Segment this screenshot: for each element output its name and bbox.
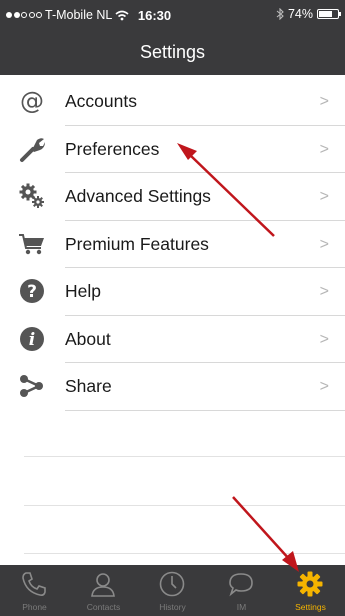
status-bar: T-Mobile NL 16:30 74% <box>0 0 345 30</box>
chevron-right-icon: > <box>319 93 329 110</box>
phone-icon <box>22 572 46 596</box>
gear-icon <box>297 571 323 597</box>
menu-item-label: Help <box>65 281 101 301</box>
menu-item-share[interactable]: Share > <box>0 363 345 411</box>
tab-settings[interactable]: Settings <box>276 565 345 616</box>
at-icon: @ <box>20 87 44 115</box>
menu-item-label: About <box>65 328 111 349</box>
clock-icon <box>159 571 185 597</box>
menu-item-label: Advanced Settings <box>65 186 211 206</box>
menu-item-about[interactable]: i About > <box>0 316 345 363</box>
tab-label: Phone <box>22 602 47 612</box>
gears-icon <box>19 183 44 208</box>
chevron-right-icon: > <box>319 140 329 158</box>
settings-screen: T-Mobile NL 16:30 74% Settings @ Account… <box>0 0 345 616</box>
settings-list: @ Accounts > Preferences > Advanced Sett… <box>0 78 345 411</box>
menu-item-accounts[interactable]: @ Accounts > <box>0 78 345 126</box>
tab-history[interactable]: History <box>138 565 207 616</box>
svg-text:?: ? <box>27 282 37 302</box>
menu-item-help[interactable]: ? Help > <box>0 268 345 316</box>
chevron-right-icon: > <box>319 283 329 300</box>
status-time: 16:30 <box>137 8 172 23</box>
navigation-bar: Settings <box>0 30 345 75</box>
tab-label: IM <box>236 602 247 612</box>
menu-item-preferences[interactable]: Preferences > <box>0 126 345 173</box>
wrench-icon <box>20 137 45 162</box>
question-icon: ? <box>20 279 44 303</box>
cart-icon <box>19 233 44 254</box>
battery-percent: 74% <box>287 7 313 21</box>
tab-label: Settings <box>295 602 326 612</box>
tab-label: Contacts <box>86 602 121 612</box>
menu-item-label: Preferences <box>65 138 160 159</box>
share-icon <box>20 375 43 397</box>
menu-item-label: Share <box>65 376 112 396</box>
tab-bar: Phone Contacts History IM Settings <box>0 565 345 616</box>
bluetooth-icon <box>276 8 284 20</box>
svg-text:@: @ <box>20 87 44 115</box>
tab-im[interactable]: IM <box>207 565 276 616</box>
menu-item-label: Premium Features <box>65 233 209 254</box>
chevron-right-icon: > <box>319 378 329 395</box>
menu-item-label: Accounts <box>65 91 137 111</box>
chevron-right-icon: > <box>319 330 329 348</box>
info-icon: i <box>20 326 44 351</box>
battery-icon <box>317 9 341 19</box>
chevron-right-icon: > <box>319 188 329 205</box>
menu-item-premium-features[interactable]: Premium Features > <box>0 221 345 268</box>
empty-row-separator <box>24 553 345 554</box>
svg-text:i: i <box>29 330 35 350</box>
arrow-to-settings-tab <box>232 496 299 572</box>
tab-phone[interactable]: Phone <box>0 565 69 616</box>
menu-item-advanced-settings[interactable]: Advanced Settings > <box>0 173 345 221</box>
tab-label: History <box>159 602 186 612</box>
chevron-right-icon: > <box>319 235 329 253</box>
empty-row-separator <box>24 505 345 506</box>
page-title: Settings <box>139 42 206 62</box>
chat-bubble-icon <box>229 573 253 597</box>
tab-contacts[interactable]: Contacts <box>69 565 138 616</box>
empty-row-separator <box>24 456 345 457</box>
contacts-icon <box>91 573 115 597</box>
